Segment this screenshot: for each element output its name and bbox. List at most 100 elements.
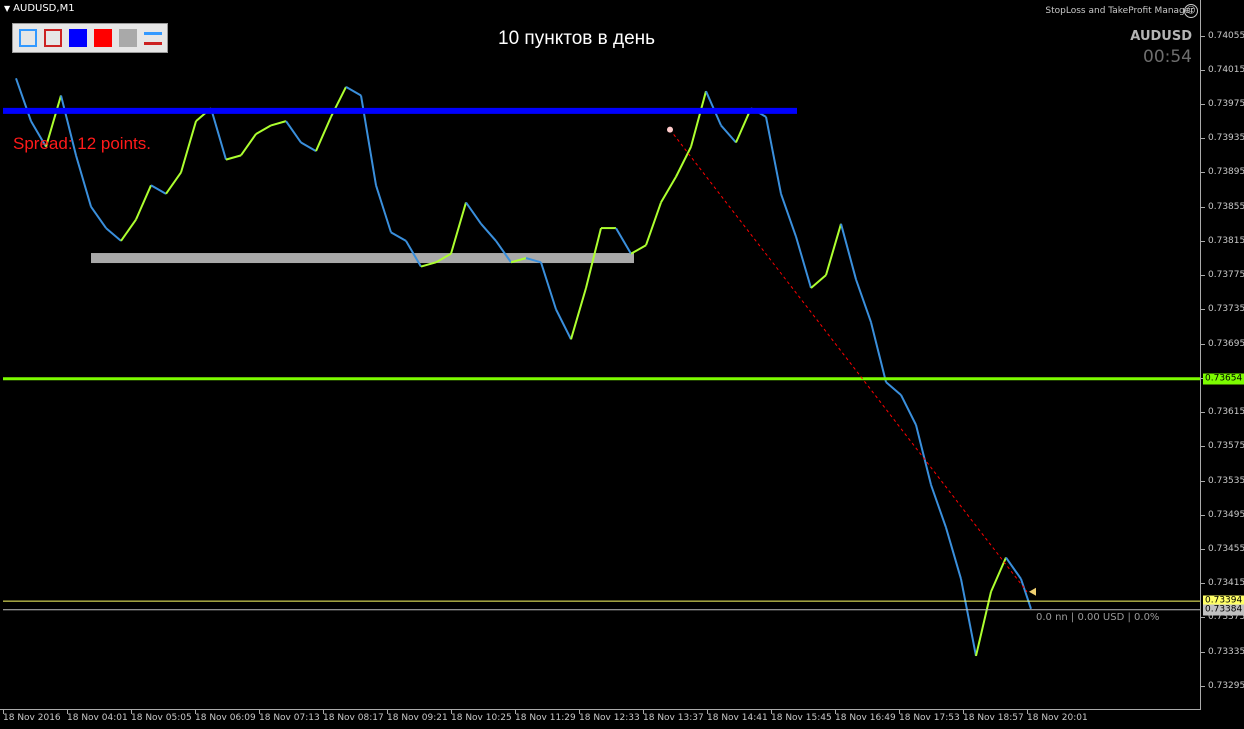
price-segment (720, 124, 737, 144)
red-outline-rect-tool[interactable] (44, 29, 62, 47)
time-tick-label: 18 Nov 2016 (3, 713, 61, 723)
price-segment (300, 141, 317, 152)
price-tick (1201, 172, 1205, 174)
time-tick-label: 18 Nov 17:53 (899, 713, 960, 723)
price-segment (15, 78, 32, 122)
blue-fill-rect-tool[interactable] (69, 29, 87, 47)
price-tick (1201, 275, 1205, 277)
blue-line-icon (144, 32, 162, 35)
chart-symbol-title[interactable]: ▼ AUDUSD,M1 (4, 3, 75, 14)
time-tick-label: 18 Nov 05:05 (131, 713, 192, 723)
position-info: 0.0 nn | 0.00 USD | 0.0% (1036, 612, 1160, 623)
price-tick-label: 0.73815 (1208, 235, 1244, 246)
blue-outline-rect-tool[interactable] (19, 29, 37, 47)
price-segment (105, 227, 122, 242)
red-fill-rect-tool[interactable] (94, 29, 112, 47)
price-tick (1201, 651, 1205, 653)
price-segment (885, 381, 902, 396)
price-segment (825, 223, 842, 276)
time-tick-label: 18 Nov 07:13 (259, 713, 320, 723)
time-tick-label: 18 Nov 04:01 (67, 713, 128, 723)
price-segment (810, 274, 827, 289)
price-tick (1201, 583, 1205, 585)
time-tick-label: 18 Nov 16:49 (835, 713, 896, 723)
spread-label: Spread: 12 points. (13, 134, 151, 153)
price-segment (990, 557, 1007, 593)
price-segment (1020, 578, 1032, 610)
price-tick (1201, 514, 1205, 516)
time-scale[interactable]: 18 Nov 2016 18 Nov 04:01 18 Nov 05:05 18 No… (0, 709, 1200, 729)
price-tick-label: 0.74015 (1208, 64, 1244, 75)
price-segment (120, 218, 137, 242)
price-segment (345, 86, 362, 97)
price-segment (900, 394, 917, 426)
price-tick-label: 0.74055 (1208, 30, 1244, 41)
price-tick-label: 0.73415 (1208, 578, 1244, 589)
price-plot[interactable] (0, 0, 1200, 709)
price-tag: 0.73384 (1203, 604, 1244, 616)
trendline-start-icon (667, 126, 673, 133)
time-tick-label: 18 Nov 15:45 (771, 713, 832, 723)
price-tick (1201, 446, 1205, 448)
price-segment (780, 193, 797, 237)
trendline (669, 129, 1028, 593)
price-tick-label: 0.73935 (1208, 133, 1244, 144)
price-tick (1201, 35, 1205, 37)
price-segment (915, 424, 932, 486)
price-segment (465, 201, 482, 225)
price-tick (1201, 309, 1205, 311)
price-segment (285, 120, 302, 144)
price-segment (690, 90, 707, 148)
price-tick-label: 0.73295 (1208, 680, 1244, 691)
price-segment (840, 223, 857, 280)
price-tick-label: 0.73615 (1208, 407, 1244, 418)
smiley-icon[interactable]: ☺ (1184, 4, 1198, 18)
price-segment (615, 227, 632, 255)
time-tick-label: 18 Nov 13:37 (643, 713, 704, 723)
price-tag: 0.73654 (1203, 373, 1244, 385)
price-tick-label: 0.73695 (1208, 338, 1244, 349)
price-tick (1201, 240, 1205, 242)
time-tick-label: 18 Nov 11:29 (515, 713, 576, 723)
price-tick-label: 0.73975 (1208, 99, 1244, 109)
price-tick-label: 0.73495 (1208, 509, 1244, 520)
price-segment (765, 116, 782, 195)
gray-fill-rect-tool[interactable] (119, 29, 137, 47)
price-segment (675, 146, 692, 178)
price-tick-label: 0.73455 (1208, 543, 1244, 554)
price-tick-label: 0.73775 (1208, 270, 1244, 281)
price-segment (630, 244, 647, 255)
red-line-icon (144, 42, 162, 45)
line-pair-tool[interactable] (144, 29, 162, 47)
price-segment (870, 321, 887, 383)
price-tick (1201, 206, 1205, 208)
price-tick (1201, 412, 1205, 414)
time-tick-label: 18 Nov 08:17 (323, 713, 384, 723)
price-segment (75, 155, 92, 207)
price-segment (795, 236, 812, 289)
price-tick-label: 0.73895 (1208, 167, 1244, 178)
price-segment (315, 116, 332, 152)
price-segment (180, 120, 197, 173)
price-tick-label: 0.73535 (1208, 475, 1244, 486)
support-zone (91, 253, 634, 264)
time-tick-label: 18 Nov 20:01 (1027, 713, 1088, 723)
price-segment (390, 231, 407, 242)
price-segment (660, 176, 677, 203)
price-segment (540, 262, 557, 310)
price-segment (225, 154, 242, 161)
collapse-caret-icon[interactable]: ▼ (4, 4, 10, 13)
price-tick (1201, 343, 1205, 345)
time-tick-label: 18 Nov 12:33 (579, 713, 640, 723)
price-tick-label: 0.73575 (1208, 441, 1244, 452)
drawing-tool-panel (12, 23, 168, 53)
price-tick (1201, 138, 1205, 140)
price-segment (450, 202, 467, 255)
price-tick-label: 0.73855 (1208, 201, 1244, 212)
price-segment (270, 120, 287, 127)
price-segment (90, 206, 107, 229)
price-segment (930, 484, 947, 528)
price-tick-label: 0.73335 (1208, 646, 1244, 657)
current-price-arrow-icon (1029, 587, 1036, 596)
price-tick (1201, 548, 1205, 550)
